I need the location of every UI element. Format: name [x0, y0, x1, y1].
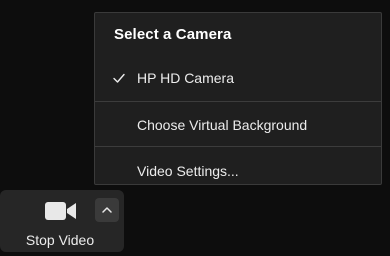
menu-divider [95, 146, 381, 147]
camera-menu: Select a Camera HP HD Camera Choose Virt… [94, 12, 382, 185]
video-options-button[interactable] [95, 198, 119, 222]
stop-video-button[interactable]: Stop Video [0, 190, 94, 252]
menu-item-video-settings[interactable]: Video Settings... [95, 156, 381, 186]
menu-item-label: Video Settings... [137, 163, 239, 179]
chevron-up-icon [102, 207, 112, 213]
stop-video-label: Stop Video [25, 232, 95, 248]
menu-divider [95, 101, 381, 102]
menu-item-hp-hd-camera[interactable]: HP HD Camera [95, 63, 381, 93]
video-camera-icon [45, 202, 76, 220]
check-icon [113, 73, 125, 83]
menu-item-choose-virtual-background[interactable]: Choose Virtual Background [95, 110, 381, 140]
menu-item-label: Choose Virtual Background [137, 117, 308, 133]
meeting-toolbar: Stop Video [0, 190, 124, 252]
camera-menu-header: Select a Camera [114, 26, 232, 43]
menu-item-label: HP HD Camera [137, 70, 234, 86]
